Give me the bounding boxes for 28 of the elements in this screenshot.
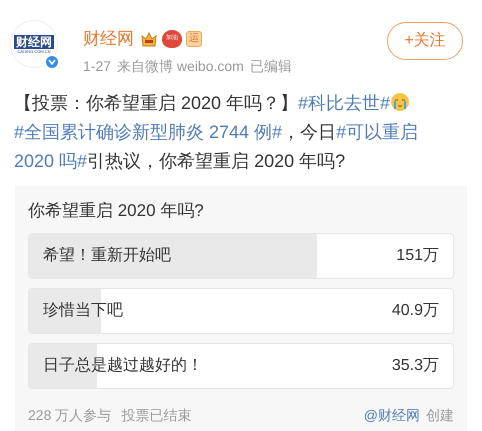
created-label: 创建 xyxy=(426,406,454,425)
option-label: 希望！重新开始吧 xyxy=(43,246,171,266)
option-label: 珍惜当下吧 xyxy=(43,301,123,321)
vote-count: 151万 xyxy=(396,246,439,266)
post-source: 来自微博 weibo.com xyxy=(117,56,244,76)
post-date: 1-27 xyxy=(83,56,112,76)
hashtag-link[interactable]: 2020 吗# xyxy=(14,150,88,170)
tile-badge: 运 xyxy=(186,30,202,47)
author-name[interactable]: 财经网 xyxy=(83,26,134,52)
poll-option[interactable]: 日子总是越过越好的！ 35.3万 xyxy=(28,343,454,389)
vote-count: 35.3万 xyxy=(392,356,439,376)
hashtag-link[interactable]: #可以重启 xyxy=(336,122,418,142)
post-text: 【投票：你希望重启 2020 年吗？】#科比去世# #全国累计确诊新型肺炎 2744 例#，今日#可以重启 2020 吗#引热议，你希望重启 2020 年吗? xyxy=(13,90,420,172)
crying-face-icon xyxy=(390,92,410,112)
poll-option[interactable]: 希望！重新开始吧 151万 xyxy=(28,233,454,279)
vote-count: 40.9万 xyxy=(392,301,439,321)
poll-status: 投票已结束 xyxy=(121,406,192,425)
edited-label: 已编辑 xyxy=(250,56,292,76)
option-label: 日子总是越过越好的！ xyxy=(43,356,203,376)
crown-icon xyxy=(140,30,158,47)
participant-count: 228 万人参与 xyxy=(28,406,112,425)
creator-link[interactable]: @财经网 xyxy=(364,405,420,426)
hashtag-link[interactable]: #科比去世# xyxy=(298,92,390,112)
hashtag-link[interactable]: #全国累计确诊新型肺炎 2744 例# xyxy=(14,122,282,142)
poll-question: 你希望重启 2020 年吗? xyxy=(28,200,205,222)
poll-option[interactable]: 珍惜当下吧 40.9万 xyxy=(28,288,454,334)
logo-text: 财经网 xyxy=(14,34,54,48)
follow-button[interactable]: +关注 xyxy=(387,22,463,60)
